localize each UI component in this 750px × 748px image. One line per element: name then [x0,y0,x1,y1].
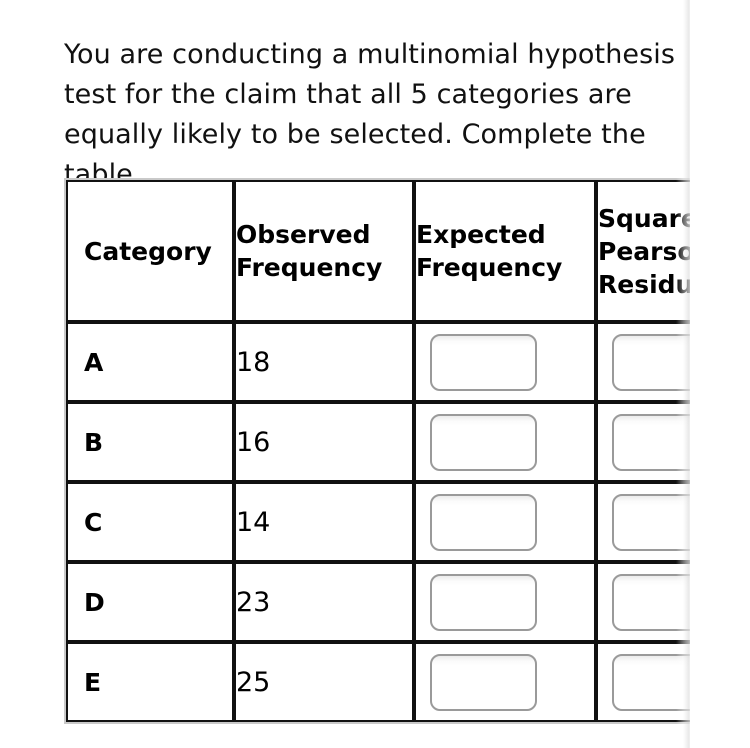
squared-pearson-residual-input-d[interactable] [612,573,690,631]
squared-pearson-residual-input-c[interactable] [612,493,690,551]
expected-frequency-input-e[interactable] [430,653,537,711]
page-root: You are conducting a multinomial hypothe… [0,0,750,748]
table-header-row: Category Observed Frequency Expected Fre… [66,180,690,322]
expected-frequency-input-d[interactable] [430,573,537,631]
cell-observed-frequency: 23 [234,562,414,642]
cell-expected-frequency [414,642,596,722]
cell-category: E [66,642,234,722]
column-header-squared-pearson-residual: Squared Pearson Residual [596,180,690,322]
cell-observed-frequency: 25 [234,642,414,722]
cell-category: A [66,322,234,402]
cell-expected-frequency [414,322,596,402]
column-header-expected-frequency: Expected Frequency [414,180,596,322]
cell-observed-frequency: 16 [234,402,414,482]
cell-squared-pearson-residual [596,482,690,562]
table-row: B 16 [66,402,690,482]
column-header-category: Category [66,180,234,322]
squared-pearson-residual-input-b[interactable] [612,413,690,471]
table-row: A 18 [66,322,690,402]
cell-expected-frequency [414,562,596,642]
table-header: Category Observed Frequency Expected Fre… [66,180,690,322]
expected-frequency-input-b[interactable] [430,413,537,471]
column-header-observed-frequency: Observed Frequency [234,180,414,322]
cell-expected-frequency [414,402,596,482]
squared-pearson-residual-input-a[interactable] [612,333,690,391]
cell-category: D [66,562,234,642]
content-panel: You are conducting a multinomial hypothe… [0,0,690,748]
frequency-table-container: Category Observed Frequency Expected Fre… [64,178,690,724]
cell-squared-pearson-residual [596,402,690,482]
cell-category: C [66,482,234,562]
table-body: A 18 B 16 C 14 D 23 E 25 [66,322,690,722]
cell-observed-frequency: 14 [234,482,414,562]
cell-squared-pearson-residual [596,562,690,642]
cell-squared-pearson-residual [596,642,690,722]
table-row: E 25 [66,642,690,722]
expected-frequency-input-a[interactable] [430,333,537,391]
cell-squared-pearson-residual [596,322,690,402]
cell-expected-frequency [414,482,596,562]
cell-category: B [66,402,234,482]
expected-frequency-input-c[interactable] [430,493,537,551]
table-row: C 14 [66,482,690,562]
frequency-table: Category Observed Frequency Expected Fre… [64,178,690,724]
cell-observed-frequency: 18 [234,322,414,402]
right-gutter [690,0,750,748]
squared-pearson-residual-input-e[interactable] [612,653,690,711]
question-prompt: You are conducting a multinomial hypothe… [64,39,676,190]
table-row: D 23 [66,562,690,642]
